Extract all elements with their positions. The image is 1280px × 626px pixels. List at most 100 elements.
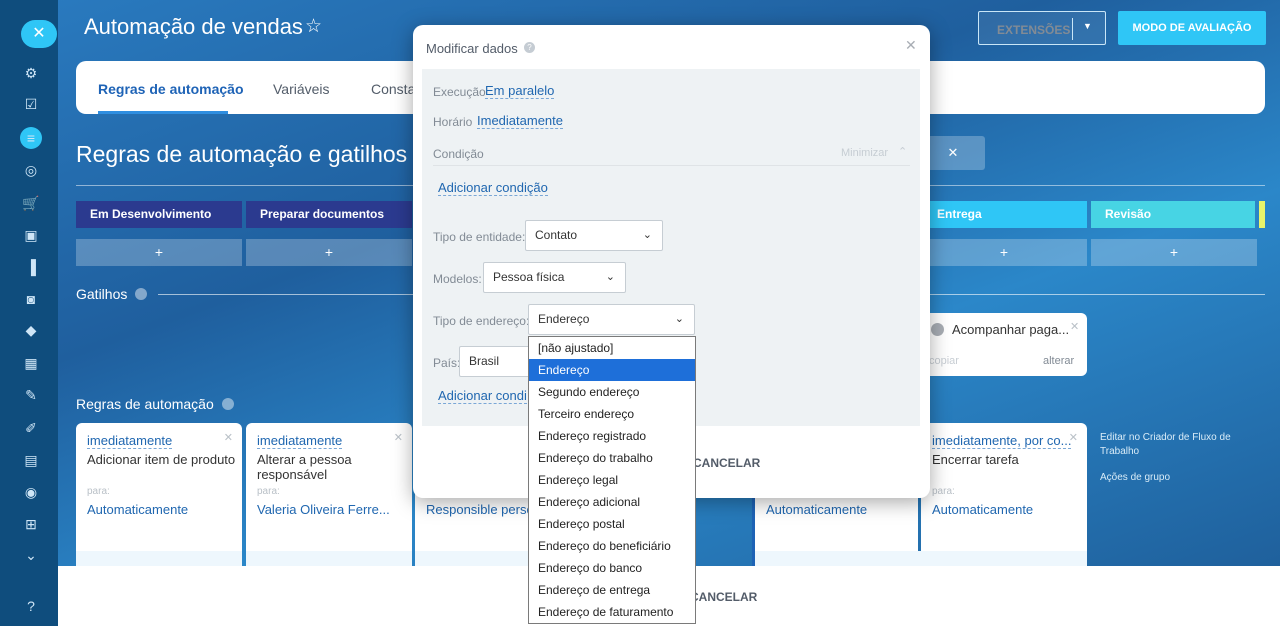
- country-value: Brasil: [469, 354, 500, 368]
- dropdown-option[interactable]: [não ajustado]: [529, 337, 695, 359]
- robot-condition[interactable]: imediatamente, por co...: [932, 433, 1072, 449]
- help-icon[interactable]: ?: [22, 597, 40, 615]
- execution-value[interactable]: Em paralelo: [485, 83, 555, 99]
- trigger-name: Acompanhar paga...: [952, 322, 1070, 337]
- page-title: Automação de vendas: [84, 14, 303, 39]
- robot-name: Adicionar item de produto: [87, 452, 236, 467]
- robot-assignee[interactable]: Automaticamente: [87, 502, 188, 517]
- robot-assignee[interactable]: Automaticamente: [932, 502, 1033, 517]
- extensions-button[interactable]: EXTENSÕES ▼: [978, 11, 1106, 45]
- robots-heading: Regras de automação: [76, 396, 234, 412]
- country-label: País:: [433, 356, 461, 370]
- stage-review[interactable]: Revisão: [1091, 201, 1255, 228]
- address-type-value: Endereço: [538, 312, 590, 326]
- robot-for-label: para:: [87, 486, 110, 497]
- star-icon[interactable]: ☆: [305, 15, 322, 38]
- dropdown-option[interactable]: Endereço postal: [529, 513, 695, 535]
- stage-prepare-documents[interactable]: Preparar documentos: [246, 201, 412, 228]
- dropdown-option[interactable]: Endereço do trabalho: [529, 447, 695, 469]
- add-stage-item-button[interactable]: +: [76, 239, 242, 266]
- robot-condition[interactable]: imediatamente: [87, 433, 173, 449]
- building-icon[interactable]: ▦: [22, 354, 40, 372]
- goals-icon[interactable]: ◎: [22, 161, 40, 179]
- dropdown-option[interactable]: Endereço de faturamento: [529, 601, 695, 623]
- robot-assignee[interactable]: Automaticamente: [766, 502, 867, 517]
- add-stage-item-button[interactable]: +: [921, 239, 1087, 266]
- entity-type-select[interactable]: Contato ⌄: [525, 220, 663, 251]
- close-icon[interactable]: ✕: [224, 431, 233, 444]
- group-actions-link[interactable]: Ações de grupo: [1100, 472, 1170, 483]
- trial-mode-button[interactable]: MODO DE AVALIAÇÃO: [1118, 11, 1266, 45]
- dropdown-option[interactable]: Endereço do banco: [529, 557, 695, 579]
- target-icon[interactable]: ◉: [22, 483, 40, 501]
- add-stage-item-button[interactable]: +: [1091, 239, 1257, 266]
- robot-icon[interactable]: ◙: [22, 290, 40, 308]
- models-value: Pessoa física: [493, 270, 565, 284]
- robot-card[interactable]: imediatamente ✕ Alterar a pessoa respons…: [246, 423, 412, 571]
- close-slider-button[interactable]: ✕: [21, 20, 57, 48]
- tasks-icon[interactable]: ☑: [22, 95, 40, 113]
- dropdown-option[interactable]: Endereço do beneficiário: [529, 535, 695, 557]
- analytics-icon[interactable]: ▐: [22, 258, 40, 276]
- dropdown-option-selected[interactable]: Endereço: [529, 359, 695, 381]
- dropdown-option[interactable]: Endereço adicional: [529, 491, 695, 513]
- active-tab-underline: [98, 111, 228, 114]
- robot-card[interactable]: imediatamente, por co... ✕ Encerrar tare…: [921, 423, 1087, 571]
- help-icon[interactable]: ?: [524, 42, 535, 53]
- tab-automation-rules[interactable]: Regras de automação: [98, 81, 244, 97]
- address-type-select[interactable]: Endereço ⌄: [528, 304, 695, 335]
- robot-assignee[interactable]: Valeria Oliveira Ferre...: [257, 502, 390, 517]
- dropdown-option[interactable]: Endereço registrado: [529, 425, 695, 447]
- edit-doc-icon[interactable]: ✐: [22, 419, 40, 437]
- robot-condition[interactable]: imediatamente: [257, 433, 343, 449]
- sign-icon[interactable]: ✎: [22, 386, 40, 404]
- cart-icon[interactable]: 🛒: [22, 194, 40, 212]
- chevron-down-icon[interactable]: ▼: [1083, 21, 1092, 31]
- time-value[interactable]: Imediatamente: [477, 113, 563, 129]
- cancel-button[interactable]: CANCELAR: [690, 590, 757, 604]
- close-icon[interactable]: ✕: [905, 37, 917, 54]
- dropdown-option[interactable]: Segundo endereço: [529, 381, 695, 403]
- help-icon[interactable]: [221, 398, 234, 410]
- team-icon[interactable]: ⊞: [22, 515, 40, 533]
- calendar-icon[interactable]: ▤: [22, 451, 40, 469]
- triggers-label: Gatilhos: [76, 286, 128, 302]
- chevron-down-icon: ⌄: [642, 229, 652, 241]
- copy-link[interactable]: copiar: [929, 355, 959, 367]
- divider: [1072, 18, 1073, 40]
- close-icon[interactable]: ✕: [1069, 431, 1078, 444]
- robot-for-label: para:: [932, 486, 955, 497]
- models-select[interactable]: Pessoa física ⌄: [483, 262, 626, 293]
- edit-in-workflow-designer-link[interactable]: Editar no Criador de Fluxo de Trabalho: [1100, 431, 1240, 459]
- robot-name: Encerrar tarefa: [932, 452, 1019, 467]
- tab-variables[interactable]: Variáveis: [273, 81, 330, 97]
- add-stage-item-button[interactable]: +: [246, 239, 412, 266]
- activity-icon[interactable]: ⚙: [22, 64, 40, 82]
- box-icon[interactable]: ◆: [22, 321, 40, 339]
- contact-card-icon[interactable]: ▣: [22, 226, 40, 244]
- chevron-up-icon[interactable]: ⌃: [898, 145, 907, 158]
- robot-assignee[interactable]: Responsible person: [426, 502, 541, 517]
- country-field[interactable]: Brasil: [459, 346, 539, 377]
- filter-clear-button[interactable]: ✕: [921, 136, 985, 170]
- close-icon[interactable]: ✕: [1070, 320, 1079, 333]
- stage-in-development[interactable]: Em Desenvolvimento: [76, 201, 242, 228]
- dialog-title: Modificar dados: [426, 41, 518, 56]
- robot-for-label: para:: [257, 486, 280, 497]
- dropdown-option[interactable]: Endereço de entrega: [529, 579, 695, 601]
- minimize-link[interactable]: Minimizar: [841, 147, 888, 159]
- trigger-card[interactable]: Acompanhar paga... ✕ copiar alterar: [921, 313, 1087, 376]
- more-icon[interactable]: ⌄: [22, 546, 40, 564]
- dialog-cancel-button[interactable]: CANCELAR: [693, 456, 760, 470]
- help-icon[interactable]: [135, 288, 148, 300]
- robot-card[interactable]: imediatamente ✕ Adicionar item de produt…: [76, 423, 242, 571]
- add-condition-link[interactable]: Adicionar condição: [438, 180, 548, 196]
- dropdown-option[interactable]: Endereço legal: [529, 469, 695, 491]
- change-link[interactable]: alterar: [1043, 355, 1074, 367]
- dropdown-option[interactable]: Terceiro endereço: [529, 403, 695, 425]
- stage-delivery[interactable]: Entrega: [923, 201, 1087, 228]
- tab-constants[interactable]: Consta: [371, 81, 415, 97]
- add-condition-link-2[interactable]: Adicionar condi: [438, 388, 527, 404]
- close-icon[interactable]: ✕: [394, 431, 403, 444]
- crm-icon[interactable]: ≡: [20, 127, 42, 149]
